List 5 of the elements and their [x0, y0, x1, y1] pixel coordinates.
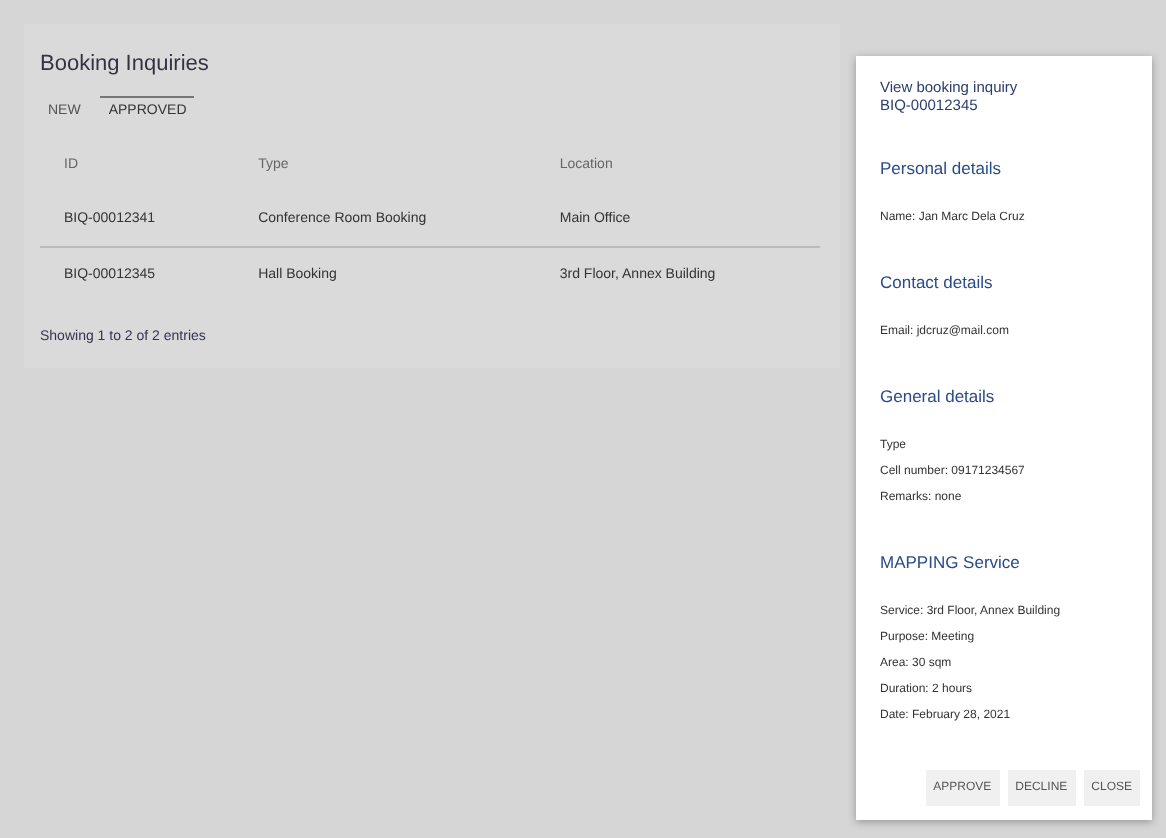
section-heading: MAPPING Service: [880, 552, 1022, 573]
section-heading: Personal details: [880, 158, 1003, 179]
page-title: Booking Inquiries: [40, 52, 211, 76]
section-heading: General details: [880, 386, 997, 407]
section-heading: Contact details: [880, 272, 995, 293]
